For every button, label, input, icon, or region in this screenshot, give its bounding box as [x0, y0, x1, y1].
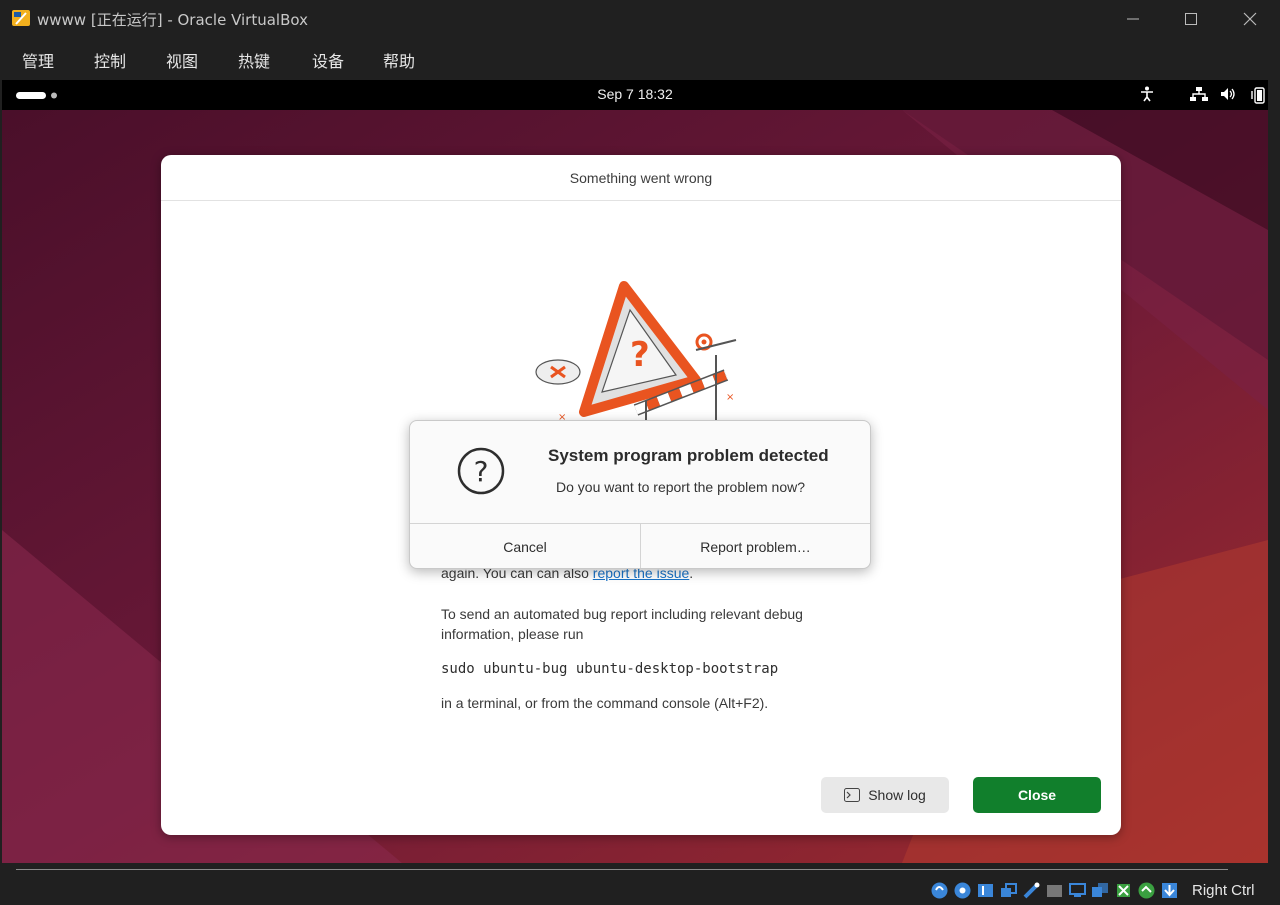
bug-command: sudo ubuntu-bug ubuntu-desktop-bootstrap: [441, 661, 779, 677]
recording-icon[interactable]: [1091, 881, 1110, 900]
report-problem-button[interactable]: Report problem…: [641, 524, 870, 568]
window-right-edge: [1268, 80, 1280, 863]
problem-button-row: Cancel Report problem…: [410, 523, 870, 568]
cpu-icon[interactable]: [1114, 881, 1133, 900]
audio-icon[interactable]: [976, 881, 995, 900]
report-problem-label: Report problem…: [700, 538, 811, 555]
volume-icon[interactable]: [1220, 86, 1236, 102]
instructions-line-1: To send an automated bug report includin…: [441, 606, 803, 622]
close-window-button[interactable]: [1221, 0, 1279, 38]
close-label: Close: [1017, 787, 1057, 803]
problem-title: System program problem detected: [548, 446, 829, 465]
network-adapter-icon[interactable]: [999, 881, 1018, 900]
battery-icon[interactable]: [1250, 86, 1266, 104]
menu-devices[interactable]: 设备: [311, 48, 345, 72]
accessibility-icon[interactable]: [1140, 86, 1154, 102]
clock[interactable]: Sep 7 18:32: [2, 86, 1268, 102]
menu-help[interactable]: 帮助: [382, 48, 416, 72]
warning-illustration: ? × ×: [535, 281, 737, 430]
dialog-header: Something went wrong: [161, 155, 1121, 201]
host-key-label: Right Ctrl: [1192, 882, 1255, 899]
terminal-icon: [844, 788, 861, 802]
svg-text:?: ?: [630, 335, 650, 375]
close-icon: [1243, 12, 1257, 26]
svg-text:×: ×: [726, 392, 734, 403]
guest-display[interactable]: Sep 7 18:32 Something went wrong ? × × a…: [2, 80, 1268, 863]
terminal-instructions: in a terminal, or from the command conso…: [441, 695, 769, 711]
status-icons: [930, 881, 1179, 900]
problem-message: Do you want to report the problem now?: [556, 479, 806, 495]
hard-disk-icon[interactable]: [930, 881, 949, 900]
maximize-icon: [1185, 13, 1197, 25]
show-log-button[interactable]: Show log: [821, 777, 949, 813]
network-icon[interactable]: [1190, 86, 1208, 102]
minimize-icon: [1127, 18, 1139, 20]
question-icon: ?: [457, 447, 505, 495]
keyboard-capture-icon[interactable]: [1160, 881, 1179, 900]
cancel-button[interactable]: Cancel: [410, 524, 641, 568]
menu-hotkeys[interactable]: 热键: [237, 48, 271, 72]
show-log-label: Show log: [868, 787, 926, 803]
cancel-label: Cancel: [503, 538, 547, 555]
virtualbox-app-icon: [12, 10, 30, 26]
guest-top-bar: Sep 7 18:32: [2, 80, 1268, 110]
optical-drive-icon[interactable]: [953, 881, 972, 900]
menu-view[interactable]: 视图: [165, 48, 199, 72]
menu-manage[interactable]: 管理: [21, 48, 55, 72]
shared-folders-icon[interactable]: [1045, 881, 1064, 900]
svg-text:?: ?: [474, 455, 489, 488]
status-divider: [16, 869, 1228, 870]
mouse-integration-icon[interactable]: [1137, 881, 1156, 900]
problem-detected-dialog: ? System program problem detected Do you…: [409, 420, 871, 569]
usb-icon[interactable]: [1022, 881, 1041, 900]
instructions-line-2: information, please run: [441, 626, 584, 642]
menu-control[interactable]: 控制: [93, 48, 127, 72]
window-titlebar: wwww [正在运行] - Oracle VirtualBox: [0, 0, 1280, 38]
bug-report-instructions: To send an automated bug report includin…: [441, 604, 803, 644]
window-title: wwww [正在运行] - Oracle VirtualBox: [37, 11, 308, 29]
menubar: 管理 控制 视图 热键 设备 帮助: [0, 38, 1280, 80]
vbox-statusbar: Right Ctrl: [0, 863, 1280, 905]
maximize-button[interactable]: [1162, 0, 1220, 38]
dialog-title: Something went wrong: [569, 170, 713, 186]
close-button[interactable]: Close: [973, 777, 1101, 813]
display-icon[interactable]: [1068, 881, 1087, 900]
minimize-button[interactable]: [1104, 0, 1162, 38]
